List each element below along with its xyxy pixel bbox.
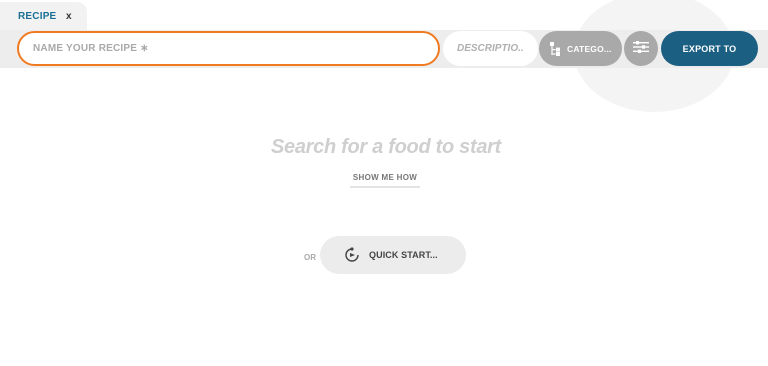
or-label: OR xyxy=(304,253,316,262)
show-me-how-link[interactable]: SHOW ME HOW xyxy=(350,173,420,188)
recipe-builder: RECIPE x CATEGO... xyxy=(0,0,768,366)
search-prompt: Search for a food to start xyxy=(270,136,501,158)
export-label: EXPORT TO xyxy=(682,43,737,54)
description-input[interactable] xyxy=(443,31,538,66)
category-button[interactable]: CATEGO... xyxy=(539,31,622,66)
tab-close-button[interactable]: x xyxy=(66,11,72,22)
recipe-name-input[interactable] xyxy=(17,31,440,66)
quick-start-icon xyxy=(344,247,360,263)
category-tree-icon xyxy=(549,41,563,57)
sliders-icon xyxy=(633,40,649,58)
quick-start-button[interactable]: QUICK START... xyxy=(320,236,466,274)
tab-recipe[interactable]: RECIPE x xyxy=(0,2,87,30)
tab-strip: RECIPE x xyxy=(0,0,768,30)
export-button[interactable]: EXPORT TO xyxy=(661,31,758,66)
quick-start-label: QUICK START... xyxy=(369,250,438,260)
tab-label: RECIPE xyxy=(18,11,57,22)
category-label: CATEGO... xyxy=(567,43,612,54)
settings-button[interactable] xyxy=(624,31,658,66)
